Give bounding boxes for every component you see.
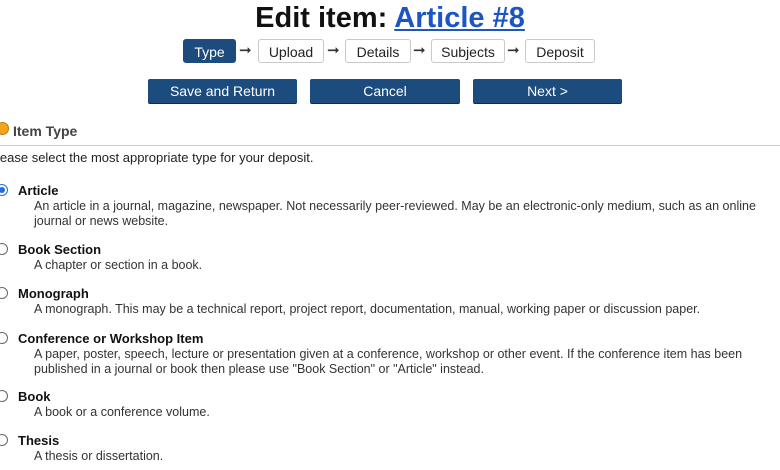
item-link[interactable]: Article #8 bbox=[394, 2, 525, 34]
step-deposit[interactable]: Deposit bbox=[525, 39, 595, 63]
option-description: A thesis or dissertation. bbox=[34, 449, 164, 463]
cancel-button[interactable]: Cancel bbox=[310, 79, 460, 103]
step-subjects[interactable]: Subjects bbox=[431, 39, 505, 63]
save-and-return-button[interactable]: Save and Return bbox=[148, 79, 297, 103]
option-description: A chapter or section in a book. bbox=[34, 258, 203, 272]
option-label[interactable]: Book Section bbox=[18, 242, 101, 257]
arrow-right-icon: ➞ bbox=[507, 42, 520, 59]
option-description: A paper, poster, speech, lecture or pres… bbox=[34, 347, 743, 376]
option-description: A monograph. This may be a technical rep… bbox=[34, 302, 701, 316]
section-header: Item Type bbox=[0, 119, 780, 146]
workflow-steps: Type ➞ Upload ➞ Details ➞ Subjects ➞ Dep… bbox=[0, 39, 780, 65]
step-type[interactable]: Type bbox=[183, 39, 236, 63]
radio-button[interactable] bbox=[0, 390, 8, 402]
option-label[interactable]: Book bbox=[18, 389, 51, 404]
arrow-right-icon: ➞ bbox=[327, 42, 340, 59]
section-bullet-icon bbox=[0, 122, 9, 135]
option-description: A book or a conference volume. bbox=[34, 405, 210, 419]
radio-button[interactable] bbox=[0, 287, 8, 299]
option-label[interactable]: Conference or Workshop Item bbox=[18, 331, 203, 346]
instructions-text: lease select the most appropriate type f… bbox=[0, 150, 314, 165]
step-details[interactable]: Details bbox=[345, 39, 411, 63]
page-title-prefix: Edit item: bbox=[255, 2, 388, 34]
section-title: Item Type bbox=[13, 123, 78, 139]
page-title: Edit item: Article #8 bbox=[0, 0, 780, 36]
radio-button[interactable] bbox=[0, 184, 8, 196]
option-label[interactable]: Article bbox=[18, 183, 58, 198]
option-label[interactable]: Thesis bbox=[18, 433, 59, 448]
radio-button[interactable] bbox=[0, 243, 8, 255]
next-button[interactable]: Next > bbox=[473, 79, 622, 103]
radio-button[interactable] bbox=[0, 434, 8, 446]
arrow-right-icon: ➞ bbox=[239, 42, 252, 59]
arrow-right-icon: ➞ bbox=[413, 42, 426, 59]
option-description: An article in a journal, magazine, newsp… bbox=[34, 199, 756, 228]
step-upload[interactable]: Upload bbox=[258, 39, 324, 63]
option-label[interactable]: Monograph bbox=[18, 286, 89, 301]
radio-button[interactable] bbox=[0, 332, 8, 344]
